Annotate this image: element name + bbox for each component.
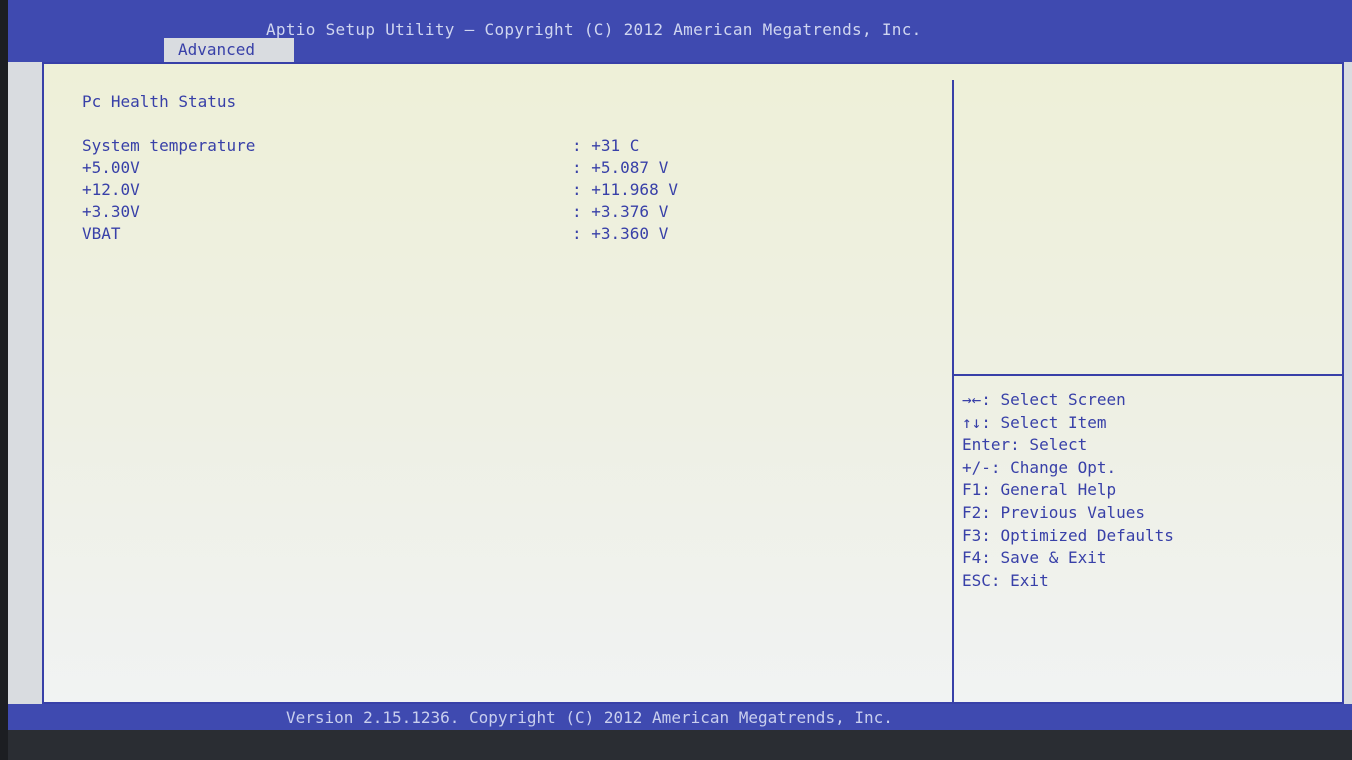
footer-bar: Version 2.15.1236. Copyright (C) 2012 Am…: [8, 704, 1352, 730]
sensor-label: System temperature: [82, 136, 256, 155]
sensor-row-vbat: VBAT : +3.360 V: [82, 224, 882, 246]
sensor-row-system-temperature: System temperature : +31 C: [82, 136, 882, 158]
sensor-row-5v: +5.00V : +5.087 V: [82, 158, 882, 180]
help-item-change-opt: +/-: Change Opt.: [962, 457, 1117, 477]
sensor-label: +12.0V: [82, 180, 140, 199]
help-item-select-screen: →←: Select Screen: [962, 390, 1126, 409]
header-bar: Aptio Setup Utility – Copyright (C) 2012…: [8, 0, 1352, 62]
sensor-value: : +3.360 V: [572, 224, 669, 243]
help-item-esc-exit: ESC: Exit: [962, 570, 1049, 590]
vertical-divider: [952, 80, 954, 704]
tab-advanced[interactable]: Advanced: [164, 38, 294, 62]
help-item-save-exit: F4: Save & Exit: [962, 548, 1107, 568]
bios-screen: Aptio Setup Utility – Copyright (C) 2012…: [8, 0, 1352, 760]
header-title: Aptio Setup Utility – Copyright (C) 2012…: [266, 20, 922, 39]
help-panel: →←: Select Screen ↑↓: Select Item Enter:…: [962, 390, 1332, 593]
footer-version: Version 2.15.1236. Copyright (C) 2012 Am…: [286, 708, 893, 727]
help-divider: [954, 374, 1344, 376]
sensor-value: : +5.087 V: [572, 158, 669, 177]
help-item-select-item: ↑↓: Select Item: [962, 412, 1107, 432]
sensor-value: : +11.968 V: [572, 180, 678, 199]
sensor-label: +3.30V: [82, 202, 140, 221]
monitor-bezel: [8, 730, 1352, 760]
sensor-label: +5.00V: [82, 158, 140, 177]
sensor-row-12v: +12.0V : +11.968 V: [82, 180, 882, 202]
help-item-optimized-defaults: F3: Optimized Defaults: [962, 525, 1174, 545]
sensor-value: : +31 C: [572, 136, 640, 155]
sensor-label: VBAT: [82, 224, 121, 243]
help-item-enter-select: Enter: Select: [962, 435, 1088, 455]
help-item-previous-values: F2: Previous Values: [962, 502, 1146, 522]
help-item-general-help: F1: General Help: [962, 480, 1117, 500]
main-frame: Pc Health Status System temperature : +3…: [42, 62, 1344, 704]
page-title: Pc Health Status: [82, 92, 237, 111]
sensor-row-3-3v: +3.30V : +3.376 V: [82, 202, 882, 224]
sensor-value: : +3.376 V: [572, 202, 669, 221]
